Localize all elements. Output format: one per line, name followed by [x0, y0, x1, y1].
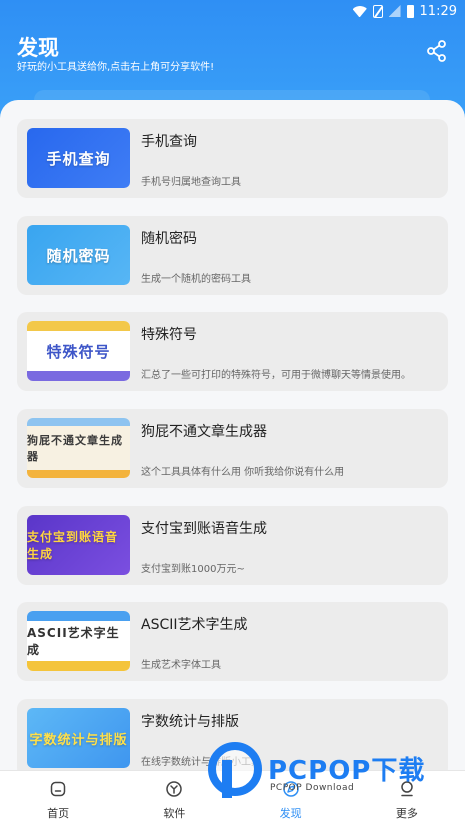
tool-title: 狗屁不通文章生成器 — [141, 424, 267, 440]
status-time: 11:29 — [419, 3, 457, 19]
tool-title: 特殊符号 — [141, 327, 197, 343]
status-bar: 11:29 — [0, 0, 465, 22]
wifi-icon — [353, 6, 367, 17]
tool-thumbnail: 狗屁不通文章生成器 — [27, 418, 130, 478]
discover-icon — [282, 781, 299, 797]
tool-description: 生成艺术字体工具 — [141, 660, 221, 671]
tool-thumbnail: ASCII艺术字生成 — [27, 611, 130, 671]
software-icon — [166, 781, 183, 797]
tool-title: 手机查询 — [141, 134, 197, 150]
tool-card-random-password[interactable]: 随机密码 随机密码 生成一个随机的密码工具 — [17, 216, 448, 295]
tab-label: 发现 — [279, 807, 302, 820]
tab-software[interactable]: 软件 — [116, 771, 232, 827]
home-icon — [50, 781, 66, 797]
tool-description: 手机号归属地查询工具 — [141, 177, 241, 188]
tab-label: 软件 — [163, 807, 186, 820]
bottom-tab-bar: 首页 软件 发现 更多 — [0, 770, 465, 827]
tab-label: 更多 — [395, 807, 418, 820]
tool-description: 汇总了一些可打印的特殊符号，可用于微博聊天等情景使用。 — [141, 370, 411, 381]
tool-title: 支付宝到账语音生成 — [141, 521, 267, 537]
tool-thumbnail: 手机查询 — [27, 128, 130, 188]
tab-label: 首页 — [47, 807, 70, 820]
tool-description: 支付宝到账1000万元~ — [141, 564, 245, 575]
tool-card-phone-lookup[interactable]: 手机查询 手机查询 手机号归属地查询工具 — [17, 119, 448, 198]
tool-card-ascii-art[interactable]: ASCII艺术字生成 ASCII艺术字生成 生成艺术字体工具 — [17, 602, 448, 681]
tool-description: 生成一个随机的密码工具 — [141, 274, 251, 285]
tool-card-word-count[interactable]: 字数统计与排版 字数统计与排版 在线字数统计与排版小工具 — [17, 699, 448, 778]
tool-description: 这个工具具体有什么用 你听我给你说有什么用 — [141, 467, 345, 478]
tool-card-special-symbols[interactable]: 特殊符号 特殊符号 汇总了一些可打印的特殊符号，可用于微博聊天等情景使用。 — [17, 312, 448, 391]
no-sim-icon — [372, 4, 383, 18]
signal-icon — [388, 5, 401, 17]
tab-home[interactable]: 首页 — [0, 771, 116, 827]
tool-thumbnail: 支付宝到账语音生成 — [27, 515, 130, 575]
page-subtitle: 好玩的小工具送给你,点击右上角可分享软件! — [17, 62, 215, 73]
tool-description: 在线字数统计与排版小工具 — [141, 757, 261, 768]
tool-card-alipay-voice[interactable]: 支付宝到账语音生成 支付宝到账语音生成 支付宝到账1000万元~ — [17, 506, 448, 585]
tab-discover[interactable]: 发现 — [233, 771, 349, 827]
tool-thumbnail: 特殊符号 — [27, 321, 130, 381]
more-icon — [401, 781, 413, 797]
tool-title: 字数统计与排版 — [141, 714, 239, 730]
share-icon[interactable] — [427, 40, 447, 62]
tool-card-nonsense-article[interactable]: 狗屁不通文章生成器 狗屁不通文章生成器 这个工具具体有什么用 你听我给你说有什么… — [17, 409, 448, 488]
battery-icon — [406, 4, 414, 18]
tool-thumbnail: 随机密码 — [27, 225, 130, 285]
tool-title: ASCII艺术字生成 — [141, 617, 248, 633]
tool-title: 随机密码 — [141, 231, 197, 247]
tool-thumbnail: 字数统计与排版 — [27, 708, 130, 768]
tab-more[interactable]: 更多 — [349, 771, 465, 827]
